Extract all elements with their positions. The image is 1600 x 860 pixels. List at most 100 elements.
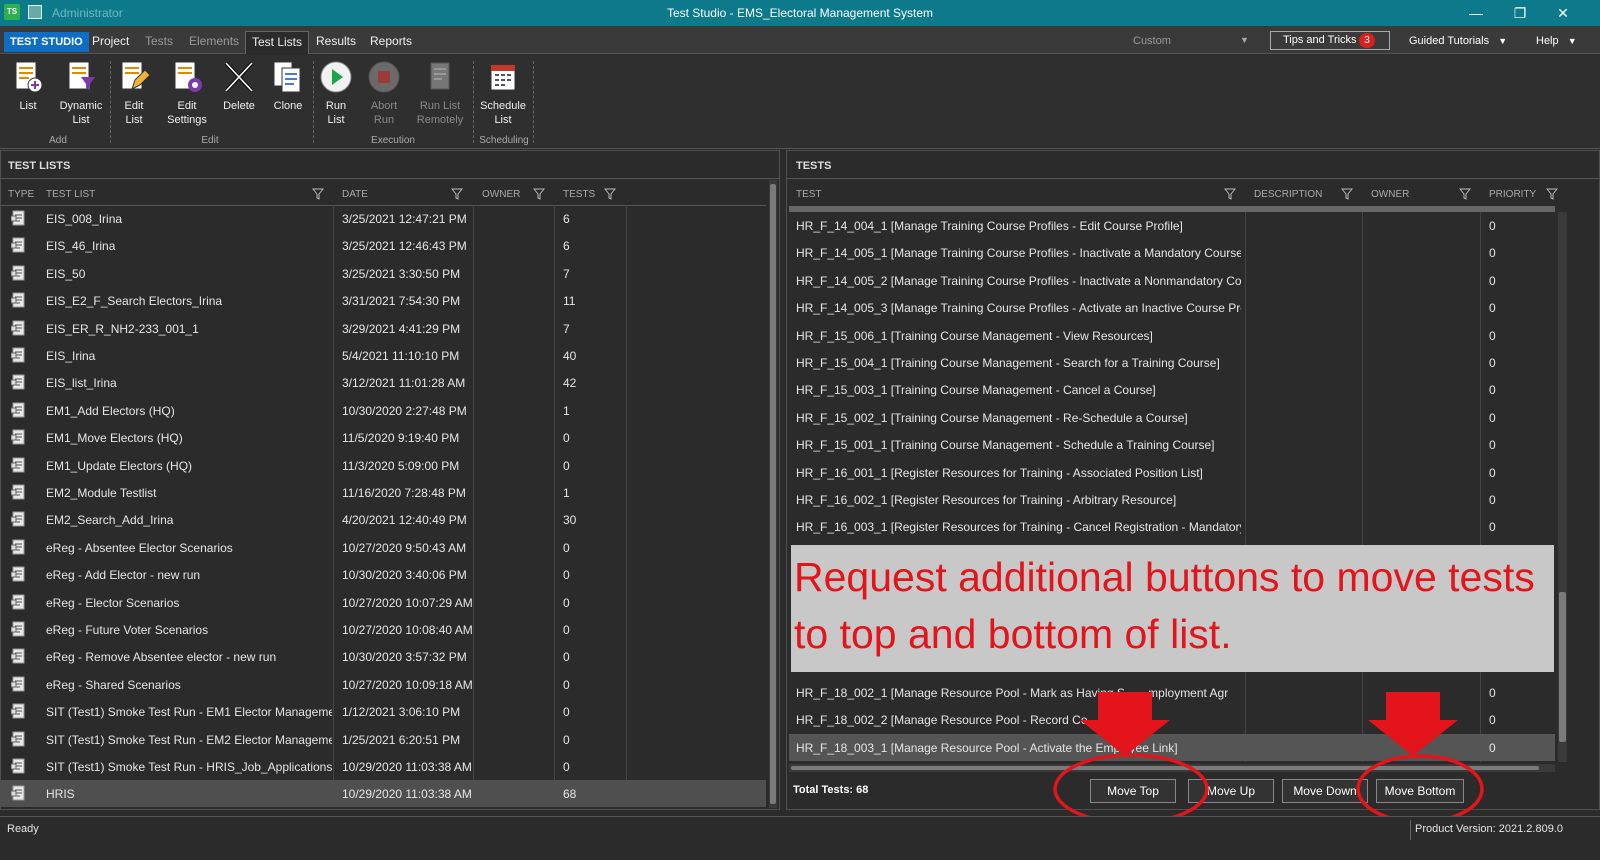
move-down-button[interactable]: Move Down <box>1282 779 1368 803</box>
tab-elements[interactable]: Elements <box>189 34 239 48</box>
filter-icon[interactable] <box>451 188 463 200</box>
table-row[interactable]: HRIS 10/29/2020 11:03:38 AM 68 <box>0 780 766 808</box>
table-row[interactable]: EIS_list_Irina 3/12/2021 11:01:28 AM 42 <box>0 369 766 396</box>
filter-icon[interactable] <box>1341 188 1353 200</box>
table-row[interactable]: HR_F_14_005_2 [Manage Training Course Pr… <box>789 267 1555 294</box>
filter-icon[interactable] <box>533 188 545 200</box>
delete-x-icon <box>224 61 254 93</box>
table-row[interactable]: eReg - Shared Scenarios 10/27/2020 10:09:… <box>0 671 766 698</box>
table-row[interactable]: HR_F_15_003_1 [Training Course Managemen… <box>789 376 1555 403</box>
table-row[interactable]: eReg - Future Voter Scenarios 10/27/2020 … <box>0 616 766 643</box>
table-row[interactable]: HR_F_14_004_1 [Manage Training Course Pr… <box>789 212 1555 239</box>
test-list-name: SIT (Test1) Smoke Test Run - EM2 Elector… <box>46 732 332 747</box>
table-row[interactable]: EM1_Add Electors (HQ) 10/30/2020 2:27:48 … <box>0 397 766 424</box>
tests-horizontal-scrollbar[interactable] <box>789 764 1555 772</box>
move-top-button[interactable]: Move Top <box>1090 779 1176 803</box>
column-type[interactable]: TYPE <box>8 189 34 200</box>
run-list-remotely-button[interactable]: Run List Remotely <box>412 59 468 127</box>
tab-project[interactable]: Project <box>92 34 129 48</box>
column-test[interactable]: TEST <box>796 189 822 200</box>
clone-button[interactable]: Clone <box>268 59 308 113</box>
table-row[interactable]: EM2_Search_Add_Irina 4/20/2021 12:40:49 P… <box>0 506 766 533</box>
tab-reports[interactable]: Reports <box>370 34 412 48</box>
table-row[interactable]: HR_F_15_001_1 [Training Course Managemen… <box>789 431 1555 458</box>
tests-scrollbar[interactable] <box>1558 212 1567 762</box>
tab-results[interactable]: Results <box>316 34 356 48</box>
tab-tests[interactable]: Tests <box>145 34 173 48</box>
table-row[interactable]: EIS_008_Irina 3/25/2021 12:47:21 PM 6 <box>0 205 766 232</box>
column-date[interactable]: DATE <box>342 189 368 200</box>
layout-selector[interactable]: Custom <box>1133 35 1171 47</box>
test-list-name: EIS_E2_F_Search Electors_Irina <box>46 294 223 309</box>
scrollbar-thumb[interactable] <box>791 766 1539 770</box>
filter-icon[interactable] <box>1224 188 1236 200</box>
edit-list-button[interactable]: Edit List <box>116 59 152 127</box>
table-row[interactable]: eReg - Remove Absentee elector - new run… <box>0 643 766 670</box>
test-list-count: 6 <box>563 239 570 254</box>
add-list-button[interactable]: List <box>8 59 48 113</box>
dynamic-list-icon <box>68 61 95 90</box>
schedule-list-button[interactable]: Schedule List <box>478 59 528 127</box>
table-row[interactable]: HR_F_15_004_1 [Training Course Managemen… <box>789 349 1555 376</box>
table-row[interactable]: HR_F_15_006_1 [Training Course Managemen… <box>789 322 1555 349</box>
abort-run-button[interactable]: Abort Run <box>366 59 402 127</box>
status-text: Ready <box>7 823 39 835</box>
chevron-down-icon[interactable]: ▼ <box>1240 35 1249 45</box>
column-owner[interactable]: OWNER <box>482 189 520 200</box>
filter-icon[interactable] <box>1546 188 1558 200</box>
column-priority[interactable]: PRIORITY <box>1489 189 1536 200</box>
table-row[interactable]: HR_F_18_002_1 [Manage Resource Pool - Ma… <box>789 679 1555 706</box>
table-row[interactable]: SIT (Test1) Smoke Test Run - EM2 Elector… <box>0 726 766 753</box>
help-menu[interactable]: Help ▼ <box>1536 35 1577 47</box>
column-description[interactable]: DESCRIPTION <box>1254 189 1322 200</box>
table-row[interactable]: EIS_46_Irina 3/25/2021 12:46:43 PM 6 <box>0 232 766 259</box>
table-row[interactable]: HR_F_15_002_1 [Training Course Managemen… <box>789 404 1555 431</box>
table-row[interactable]: EIS_50 3/25/2021 3:30:50 PM 7 <box>0 260 766 287</box>
edit-settings-button[interactable]: Edit Settings <box>162 59 212 127</box>
column-tests[interactable]: TESTS <box>563 189 595 200</box>
tips-and-tricks-button[interactable]: Tips and Tricks 3 <box>1270 31 1390 50</box>
table-row[interactable]: HR_F_18_003_1 [Manage Resource Pool - Ac… <box>789 733 1555 761</box>
table-row[interactable]: HR_F_16_002_1 [Register Resources for Tr… <box>789 486 1555 513</box>
restore-button[interactable]: ❐ <box>1505 3 1535 23</box>
table-row[interactable]: EIS_ER_R_NH2-233_001_1 3/29/2021 4:41:29 … <box>0 315 766 342</box>
table-row[interactable]: EM2_Module Testlist 11/16/2020 7:28:48 PM… <box>0 479 766 506</box>
table-row[interactable]: EM1_Move Electors (HQ) 11/5/2020 9:19:40 … <box>0 424 766 451</box>
test-lists-scrollbar[interactable] <box>769 180 777 808</box>
table-row[interactable]: SIT (Test1) Smoke Test Run - HRIS_Job_Ap… <box>0 753 766 780</box>
filter-icon[interactable] <box>604 188 616 200</box>
test-list-name: SIT (Test1) Smoke Test Run - EM1 Elector… <box>46 705 332 720</box>
dynamic-list-button[interactable]: Dynamic List <box>58 59 104 127</box>
table-row[interactable]: eReg - Add Elector - new run 10/30/2020 3… <box>0 561 766 588</box>
table-row[interactable]: eReg - Elector Scenarios 10/27/2020 10:07… <box>0 589 766 616</box>
table-row[interactable]: EM1_Update Electors (HQ) 11/3/2020 5:09:0… <box>0 452 766 479</box>
table-row[interactable]: HR_F_16_001_1 [Register Resources for Tr… <box>789 459 1555 486</box>
test-priority: 0 <box>1489 410 1496 425</box>
move-bottom-button[interactable]: Move Bottom <box>1376 779 1464 803</box>
table-row[interactable]: HR_F_14_005_1 [Manage Training Course Pr… <box>789 239 1555 266</box>
guided-tutorials-menu[interactable]: Guided Tutorials ▼ <box>1409 35 1507 47</box>
edit-list-label-2: List <box>125 114 143 126</box>
column-test-list[interactable]: TEST LIST <box>46 189 95 200</box>
filter-icon[interactable] <box>1459 188 1471 200</box>
delete-button[interactable]: Delete <box>220 59 258 113</box>
table-row[interactable]: EIS_Irina 5/4/2021 11:10:10 PM 40 <box>0 342 766 369</box>
scrollbar-thumb[interactable] <box>770 184 776 804</box>
tab-test-lists[interactable]: Test Lists <box>245 31 310 54</box>
run-list-button[interactable]: Run List <box>318 59 354 127</box>
table-row[interactable]: eReg - Absentee Elector Scenarios 10/27/2… <box>0 534 766 561</box>
table-row[interactable]: EIS_E2_F_Search Electors_Irina 3/31/2021 … <box>0 287 766 314</box>
table-row[interactable]: HR_F_14_005_3 [Manage Training Course Pr… <box>789 294 1555 321</box>
close-button[interactable]: ✕ <box>1548 3 1578 23</box>
scrollbar-thumb[interactable] <box>1559 592 1566 742</box>
column-owner[interactable]: OWNER <box>1371 189 1409 200</box>
filter-icon[interactable] <box>312 188 324 200</box>
table-row[interactable]: HR_F_18_002_2 [Manage Resource Pool - Re… <box>789 706 1555 733</box>
table-row[interactable]: HR_F_16_003_1 [Register Resources for Tr… <box>789 513 1555 540</box>
test-list-date: 10/27/2020 10:07:29 AM <box>342 595 473 610</box>
table-row[interactable]: SIT (Test1) Smoke Test Run - EM1 Elector… <box>0 698 766 725</box>
move-up-button[interactable]: Move Up <box>1188 779 1274 803</box>
test-studio-tab[interactable]: TEST STUDIO <box>4 32 89 52</box>
minimize-button[interactable]: — <box>1461 3 1491 23</box>
schedule-list-label-2: List <box>494 114 512 126</box>
